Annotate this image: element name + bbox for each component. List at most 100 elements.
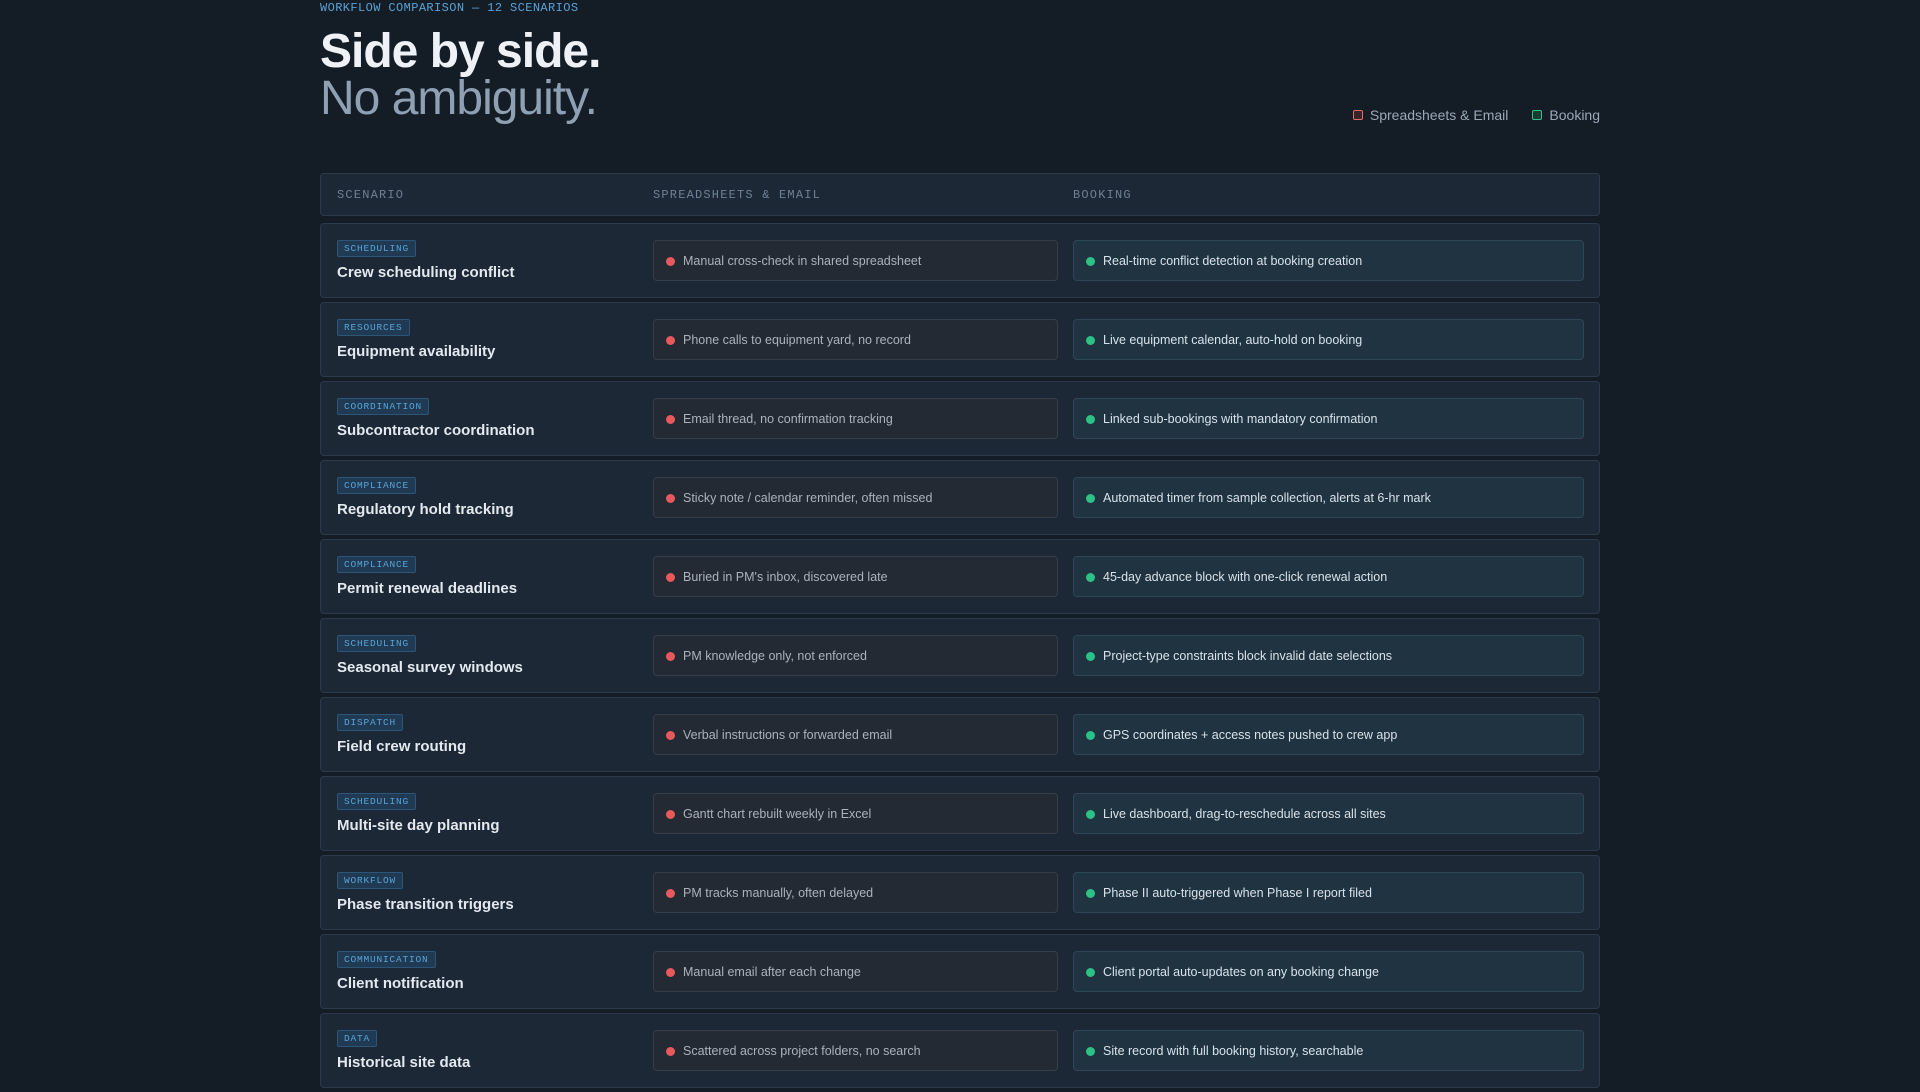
eyebrow-label: WORKFLOW COMPARISON — 12 SCENARIOS [320, 1, 579, 15]
scenario-title: Regulatory hold tracking [337, 501, 514, 518]
red-dot-icon [666, 257, 675, 266]
table-header: SCENARIO SPREADSHEETS & EMAIL BOOKING [320, 173, 1600, 216]
old-workflow-cell: Verbal instructions or forwarded email [653, 714, 1058, 755]
new-workflow-text: 45-day advance block with one-click rene… [1103, 569, 1388, 584]
old-workflow-text: Verbal instructions or forwarded email [683, 727, 893, 742]
new-workflow-cell: Automated timer from sample collection, … [1073, 477, 1584, 518]
column-header-old: SPREADSHEETS & EMAIL [653, 188, 822, 202]
scenario-title: Multi-site day planning [337, 817, 500, 834]
new-workflow-text: Project-type constraints block invalid d… [1103, 648, 1393, 663]
new-workflow-cell: Project-type constraints block invalid d… [1073, 635, 1584, 676]
page-title: Side by side. [320, 25, 601, 78]
column-header-scenario: SCENARIO [337, 188, 405, 202]
new-workflow-cell: Site record with full booking history, s… [1073, 1030, 1584, 1071]
green-dot-icon [1086, 889, 1095, 898]
old-workflow-text: Phone calls to equipment yard, no record [683, 332, 911, 347]
green-dot-icon [1086, 257, 1095, 266]
table-row: COORDINATION Subcontractor coordination … [320, 381, 1600, 456]
scenario-title: Client notification [337, 975, 464, 992]
scenario-title: Seasonal survey windows [337, 659, 523, 676]
category-tag: SCHEDULING [337, 635, 417, 652]
category-tag: DATA [337, 1030, 378, 1047]
old-workflow-text: Manual cross-check in shared spreadsheet [683, 253, 922, 268]
new-workflow-cell: Phase II auto-triggered when Phase I rep… [1073, 872, 1584, 913]
table-row: SCHEDULING Seasonal survey windows PM kn… [320, 618, 1600, 693]
scenario-title: Crew scheduling conflict [337, 264, 515, 281]
new-workflow-cell: GPS coordinates + access notes pushed to… [1073, 714, 1584, 755]
old-workflow-cell: PM knowledge only, not enforced [653, 635, 1058, 676]
new-workflow-cell: Live equipment calendar, auto-hold on bo… [1073, 319, 1584, 360]
legend-item-old: Spreadsheets & Email [1352, 107, 1508, 123]
red-dot-icon [666, 731, 675, 740]
scenario-title: Field crew routing [337, 738, 467, 755]
category-tag: DISPATCH [337, 714, 404, 731]
new-workflow-text: GPS coordinates + access notes pushed to… [1103, 727, 1398, 742]
green-dot-icon [1086, 494, 1095, 503]
table-row: SCHEDULING Multi-site day planning Gantt… [320, 776, 1600, 851]
old-workflow-cell: Phone calls to equipment yard, no record [653, 319, 1058, 360]
green-dot-icon [1086, 1047, 1095, 1056]
old-workflow-cell: PM tracks manually, often delayed [653, 872, 1058, 913]
new-workflow-text: Live equipment calendar, auto-hold on bo… [1103, 332, 1363, 347]
green-dot-icon [1086, 968, 1095, 977]
new-workflow-cell: 45-day advance block with one-click rene… [1073, 556, 1584, 597]
column-header-new: BOOKING [1073, 188, 1132, 202]
old-workflow-text: Scattered across project folders, no sea… [683, 1043, 921, 1058]
category-tag: COMPLIANCE [337, 477, 417, 494]
page: WORKFLOW COMPARISON — 12 SCENARIOS Side … [320, 0, 1600, 1088]
new-workflow-cell: Linked sub-bookings with mandatory confi… [1073, 398, 1584, 439]
category-tag: RESOURCES [337, 319, 410, 336]
red-dot-icon [666, 1047, 675, 1056]
table-row: RESOURCES Equipment availability Phone c… [320, 302, 1600, 377]
red-dot-icon [666, 336, 675, 345]
legend-item-new: Booking [1532, 107, 1600, 123]
green-dot-icon [1086, 336, 1095, 345]
scenario-title: Phase transition triggers [337, 896, 514, 913]
legend-swatch-old-icon [1352, 110, 1363, 120]
old-workflow-text: Email thread, no confirmation tracking [683, 411, 893, 426]
scenario-title: Equipment availability [337, 343, 496, 360]
red-dot-icon [666, 810, 675, 819]
red-dot-icon [666, 415, 675, 424]
green-dot-icon [1086, 415, 1095, 424]
new-workflow-text: Phase II auto-triggered when Phase I rep… [1103, 885, 1372, 900]
category-tag: WORKFLOW [337, 872, 404, 889]
old-workflow-text: Sticky note / calendar reminder, often m… [683, 490, 933, 505]
red-dot-icon [666, 652, 675, 661]
category-tag: COMPLIANCE [337, 556, 417, 573]
red-dot-icon [666, 889, 675, 898]
old-workflow-cell: Email thread, no confirmation tracking [653, 398, 1058, 439]
scenario-title: Permit renewal deadlines [337, 580, 518, 597]
new-workflow-text: Real-time conflict detection at booking … [1103, 253, 1363, 268]
scenario-title: Historical site data [337, 1054, 471, 1071]
old-workflow-cell: Manual email after each change [653, 951, 1058, 992]
red-dot-icon [666, 494, 675, 503]
table-row: DISPATCH Field crew routing Verbal instr… [320, 697, 1600, 772]
table-row: WORKFLOW Phase transition triggers PM tr… [320, 855, 1600, 930]
comparison-table: SCHEDULING Crew scheduling conflict Manu… [320, 223, 1600, 1092]
category-tag: COMMUNICATION [337, 951, 436, 968]
legend-label-new: Booking [1549, 107, 1600, 123]
table-row: COMMUNICATION Client notification Manual… [320, 934, 1600, 1009]
new-workflow-text: Live dashboard, drag-to-reschedule acros… [1103, 806, 1386, 821]
new-workflow-cell: Real-time conflict detection at booking … [1073, 240, 1584, 281]
old-workflow-text: PM knowledge only, not enforced [683, 648, 867, 663]
old-workflow-text: Manual email after each change [683, 964, 861, 979]
new-workflow-cell: Client portal auto-updates on any bookin… [1073, 951, 1584, 992]
old-workflow-cell: Sticky note / calendar reminder, often m… [653, 477, 1058, 518]
new-workflow-cell: Live dashboard, drag-to-reschedule acros… [1073, 793, 1584, 834]
green-dot-icon [1086, 652, 1095, 661]
new-workflow-text: Linked sub-bookings with mandatory confi… [1103, 411, 1378, 426]
scenario-title: Subcontractor coordination [337, 422, 535, 439]
green-dot-icon [1086, 731, 1095, 740]
new-workflow-text: Client portal auto-updates on any bookin… [1103, 964, 1379, 979]
old-workflow-text: Buried in PM's inbox, discovered late [683, 569, 888, 584]
table-row: COMPLIANCE Permit renewal deadlines Buri… [320, 539, 1600, 614]
legend-swatch-new-icon [1532, 110, 1543, 120]
category-tag: COORDINATION [337, 398, 430, 415]
old-workflow-cell: Scattered across project folders, no sea… [653, 1030, 1058, 1071]
green-dot-icon [1086, 573, 1095, 582]
category-tag: SCHEDULING [337, 793, 417, 810]
new-workflow-text: Site record with full booking history, s… [1103, 1043, 1364, 1058]
red-dot-icon [666, 968, 675, 977]
